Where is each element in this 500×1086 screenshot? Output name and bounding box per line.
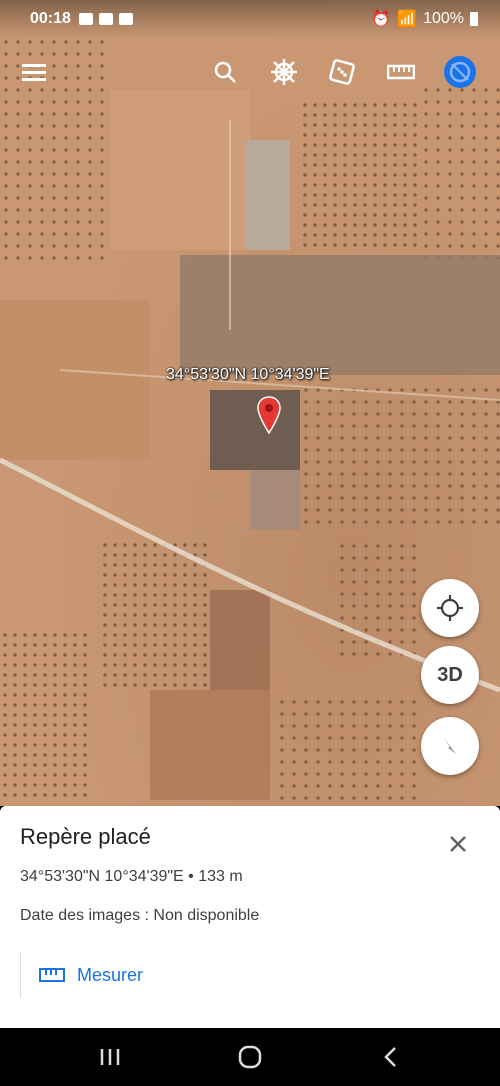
map-toolbar — [0, 44, 500, 100]
voyager-icon[interactable] — [264, 52, 304, 92]
placemark-coordinates: 34°53'30"N 10°34'39"E • 133 m — [20, 868, 243, 885]
location-pin-icon[interactable] — [257, 396, 281, 439]
system-nav-bar — [0, 1028, 500, 1086]
notification-icons — [78, 13, 133, 25]
mail-icon — [78, 13, 93, 25]
imagery-date: Date des images : Non disponible — [20, 907, 260, 924]
recent-apps-icon[interactable] — [95, 1042, 125, 1072]
my-location-button[interactable] — [421, 579, 479, 637]
account-icon[interactable] — [440, 52, 480, 92]
photo-icon — [118, 13, 133, 25]
placemark-sheet: Repère placé 34°53'30"N 10°34'39"E • 133… — [0, 806, 500, 1028]
marker-coordinates-label: 34°53'30"N 10°34'39"E — [166, 366, 330, 383]
crosshair-icon — [437, 595, 463, 621]
status-time: 00:18 — [30, 10, 71, 27]
app-notification-icon — [98, 13, 113, 25]
compass-icon — [444, 738, 456, 754]
measure-label: Mesurer — [77, 964, 144, 985]
measure-button[interactable]: Mesurer — [20, 952, 189, 998]
battery-icon — [470, 12, 478, 26]
alarm-icon: ⏰ — [371, 11, 392, 28]
search-icon[interactable] — [205, 52, 245, 92]
status-bar: 00:18 ⏰ 📶 100% — [0, 0, 500, 38]
status-right: ⏰ 📶 100% — [371, 9, 478, 29]
home-icon[interactable] — [235, 1042, 265, 1072]
placemark-title: Repère placé — [20, 824, 151, 849]
battery-percent: 100% — [423, 10, 464, 27]
ruler-icon[interactable] — [381, 52, 421, 92]
close-icon[interactable] — [446, 832, 470, 856]
feeling-lucky-icon[interactable] — [322, 52, 362, 92]
signal-icon: 📶 — [397, 11, 418, 28]
compass-button[interactable] — [421, 717, 479, 775]
3d-toggle-button[interactable]: 3D — [421, 646, 479, 704]
back-icon[interactable] — [375, 1042, 405, 1072]
menu-icon[interactable] — [14, 52, 54, 92]
ruler-icon — [39, 968, 65, 982]
